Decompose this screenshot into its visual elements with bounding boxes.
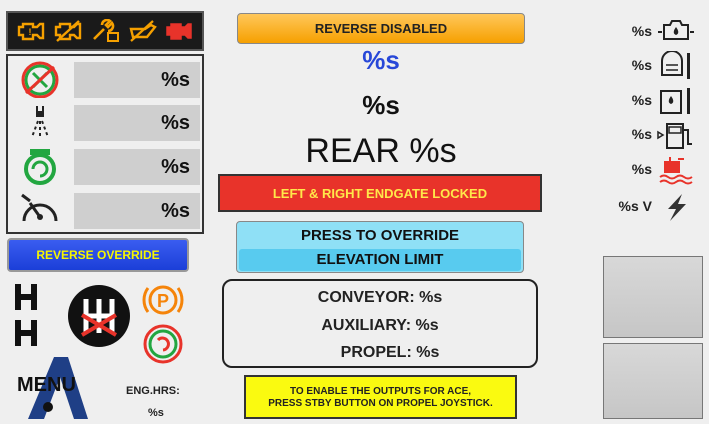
hydraulic-level-value: %s bbox=[631, 161, 652, 177]
left-row-value: %s bbox=[74, 62, 200, 98]
engine-hours-label: ENG.HRS: bbox=[126, 385, 180, 397]
right-soft-key-upper[interactable] bbox=[603, 256, 703, 338]
override-elevation-button[interactable]: PRESS TO OVERRIDE ELEVATION LIMIT bbox=[236, 221, 524, 273]
reverse-override-button[interactable]: REVERSE OVERRIDE bbox=[7, 238, 189, 272]
status-value: %s bbox=[362, 90, 400, 120]
coolant-temp-icon bbox=[656, 50, 696, 81]
oil-pressure-icon bbox=[656, 17, 696, 47]
left-row: %s bbox=[8, 189, 202, 229]
brake-warning-icon bbox=[140, 320, 186, 368]
rear-status-value: REAR %s bbox=[305, 132, 457, 170]
enable-outputs-note: TO ENABLE THE OUTPUTS FOR ACE, PRESS STB… bbox=[244, 375, 517, 419]
right-gauge-row: %s bbox=[598, 155, 706, 185]
left-gauge-panel: %s %s %s %s bbox=[6, 54, 204, 234]
menu-button[interactable]: MENU bbox=[17, 374, 76, 397]
right-gauge-row: %s bbox=[598, 86, 706, 116]
endgate-locked-banner: LEFT & RIGHT ENDGATE LOCKED bbox=[218, 174, 542, 212]
right-gauge-row: %s bbox=[598, 17, 706, 47]
left-row: %s bbox=[8, 101, 202, 141]
oil-pressure-value: %s bbox=[631, 23, 652, 39]
left-row-value: %s bbox=[74, 105, 200, 141]
right-gauge-row: %s bbox=[598, 50, 706, 81]
hydraulic-level-icon bbox=[656, 155, 696, 185]
hydraulic-temp-value: %s bbox=[631, 92, 652, 108]
note-line-1: TO ENABLE THE OUTPUTS FOR ACE, bbox=[289, 386, 472, 397]
blue-status-value: %s bbox=[362, 45, 400, 75]
right-gauge-row: %s bbox=[598, 120, 706, 150]
check-engine-icon bbox=[164, 18, 194, 44]
voltage-value: %s V bbox=[618, 198, 652, 214]
hydraulic-temp-icon bbox=[656, 86, 696, 116]
note-line-2: PRESS STBY BUTTON ON PROPEL JOYSTICK. bbox=[268, 398, 493, 409]
override-label: PRESS TO OVERRIDE bbox=[300, 227, 460, 244]
blocked-fan-icon bbox=[16, 60, 64, 99]
auxiliary-status: AUXILIARY: %s bbox=[321, 317, 439, 334]
right-soft-key-lower[interactable] bbox=[603, 343, 703, 419]
engine-warning-icon: ! bbox=[16, 18, 46, 44]
propel-status: PROPEL: %s bbox=[340, 344, 440, 361]
wrench-icon bbox=[90, 18, 120, 44]
svg-text:P: P bbox=[157, 291, 169, 311]
conveyor-status: CONVEYOR: %s bbox=[317, 289, 443, 306]
parking-brake-icon: P bbox=[140, 280, 186, 320]
hydraulic-h-icon bbox=[12, 280, 60, 350]
svg-text:!: ! bbox=[28, 27, 31, 37]
oil-can-icon bbox=[127, 18, 158, 44]
warning-lamp-strip: ! bbox=[6, 11, 204, 51]
reverse-disabled-button[interactable]: REVERSE DISABLED bbox=[237, 13, 525, 44]
left-row-value: %s bbox=[74, 193, 200, 229]
fuel-icon bbox=[656, 120, 696, 150]
spray-nozzle-icon bbox=[16, 103, 64, 141]
voltage-icon bbox=[656, 192, 696, 222]
fuel-level-value: %s bbox=[631, 126, 652, 142]
output-status-box: CONVEYOR: %s AUXILIARY: %s PROPEL: %s bbox=[222, 279, 538, 368]
coolant-temp-value: %s bbox=[631, 57, 652, 73]
left-row: %s bbox=[8, 58, 202, 99]
speedometer-icon bbox=[16, 191, 64, 229]
elevation-limit-label: ELEVATION LIMIT bbox=[239, 249, 521, 271]
right-gauge-row: %s V bbox=[598, 192, 706, 222]
left-row-value: %s bbox=[74, 149, 200, 185]
pump-icon bbox=[16, 147, 64, 185]
transmission-icon bbox=[66, 283, 132, 349]
left-row: %s bbox=[8, 145, 202, 185]
engine-hours-value: %s bbox=[148, 407, 164, 419]
engine-fault-icon bbox=[53, 18, 83, 44]
